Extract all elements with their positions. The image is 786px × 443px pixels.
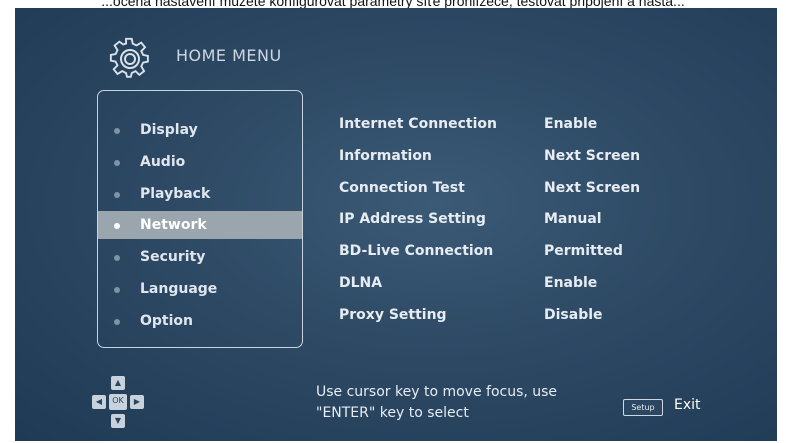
setting-name: Internet Connection bbox=[339, 116, 497, 132]
arrow-left-icon: ◀ bbox=[92, 395, 106, 409]
setting-row-ip-address[interactable]: IP Address Setting Manual bbox=[15, 211, 777, 233]
setting-value: Next Screen bbox=[544, 148, 641, 164]
setting-name: Connection Test bbox=[339, 180, 465, 196]
setting-row-dlna[interactable]: DLNA Enable bbox=[15, 275, 777, 297]
dpad-icon: ▲ ◀ OK ▶ ▼ bbox=[92, 376, 144, 428]
arrow-up-icon: ▲ bbox=[111, 376, 125, 390]
setting-value: Manual bbox=[544, 211, 602, 227]
hint-line: "ENTER" key to select bbox=[316, 405, 469, 421]
setting-value: Permitted bbox=[544, 243, 623, 259]
setting-name: Proxy Setting bbox=[339, 307, 447, 323]
page-title: HOME MENU bbox=[176, 46, 282, 65]
arrow-down-icon: ▼ bbox=[111, 414, 125, 428]
gear-icon bbox=[109, 37, 149, 78]
setting-value: Next Screen bbox=[544, 180, 641, 196]
ok-icon: OK bbox=[109, 394, 127, 410]
navigation-hint: Use cursor key to move focus, use "ENTER… bbox=[316, 382, 557, 424]
setting-row-connection-test[interactable]: Connection Test Next Screen bbox=[15, 180, 777, 202]
setting-row-bd-live[interactable]: BD-Live Connection Permitted bbox=[15, 243, 777, 265]
home-menu-screen: HOME MENU Display Audio Playback Network… bbox=[15, 8, 777, 441]
setting-row-proxy[interactable]: Proxy Setting Disable bbox=[15, 307, 777, 329]
setting-name: DLNA bbox=[339, 275, 383, 291]
setting-name: BD-Live Connection bbox=[339, 243, 494, 259]
exit-label: Exit bbox=[674, 397, 701, 413]
setup-button[interactable]: Setup bbox=[623, 399, 663, 416]
setting-value: Disable bbox=[544, 307, 603, 323]
setting-row-internet-connection[interactable]: Internet Connection Enable bbox=[15, 116, 777, 138]
setting-row-information[interactable]: Information Next Screen bbox=[15, 148, 777, 170]
hint-line: Use cursor key to move focus, use bbox=[316, 384, 558, 400]
arrow-right-icon: ▶ bbox=[130, 395, 144, 409]
setting-value: Enable bbox=[544, 116, 598, 132]
setting-name: IP Address Setting bbox=[339, 211, 486, 227]
setting-name: Information bbox=[339, 148, 432, 164]
setting-value: Enable bbox=[544, 275, 598, 291]
